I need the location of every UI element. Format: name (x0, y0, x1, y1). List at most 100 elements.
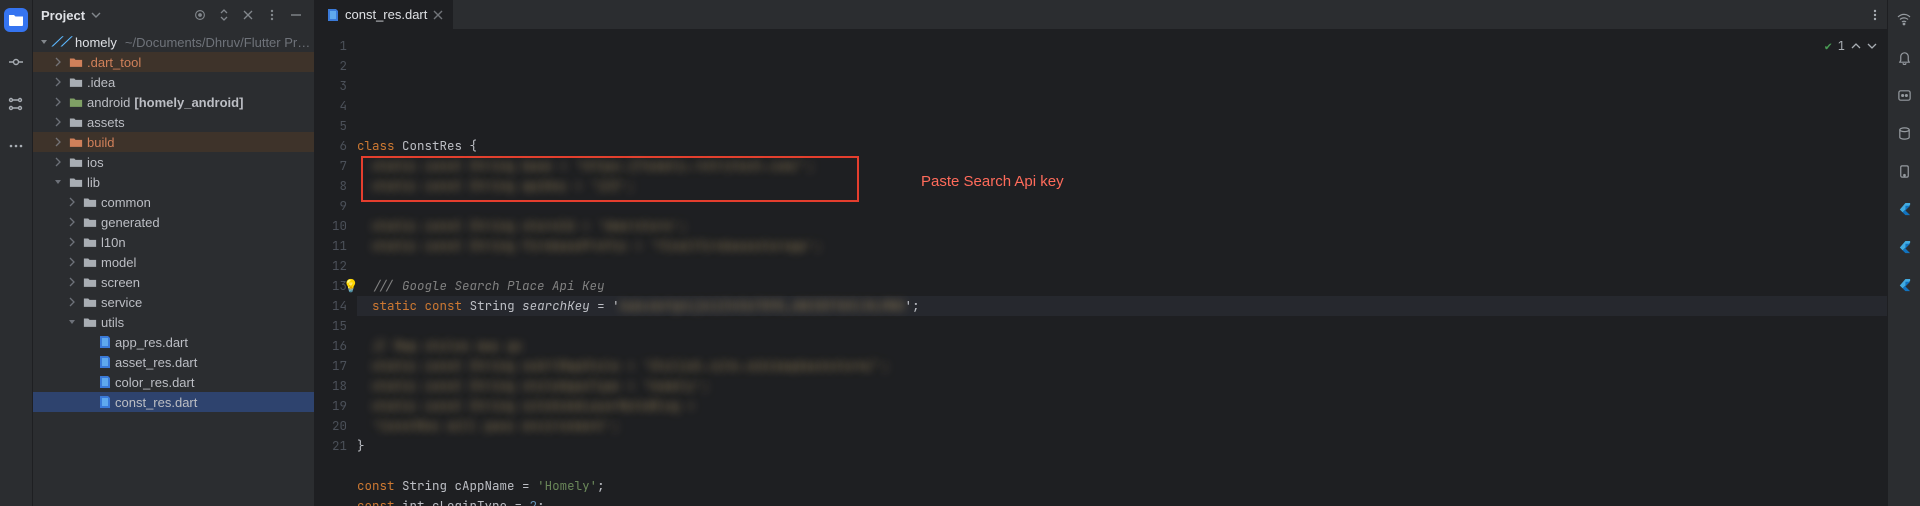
editor-body[interactable]: 123456789101112131415161718192021 ✔ 1 Pa… (315, 30, 1887, 506)
project-tree: ⟋⟋ homely ~/Documents/Dhruv/Flutter Proj… (33, 30, 314, 506)
tree-item-label: generated (101, 215, 160, 230)
line-number: 9 (315, 196, 347, 216)
folder-icon (83, 255, 97, 269)
folder-icon (83, 275, 97, 289)
editor-tabs: const_res.dart (315, 0, 1887, 30)
tree-item-common[interactable]: common (33, 192, 314, 212)
code-line: static const String firebasePrefix = 'fi… (357, 236, 1887, 256)
tree-item-lib[interactable]: lib (33, 172, 314, 192)
code-line: 💡 /// Google Search Place Api Key (357, 276, 1887, 296)
editor-area: const_res.dart 1234567891011121314151617… (315, 0, 1887, 506)
chevron-up-icon[interactable] (1851, 41, 1861, 51)
project-name: homely (75, 35, 117, 50)
chevron-icon (65, 235, 79, 249)
editor-tab-menu[interactable] (1863, 0, 1887, 29)
line-number: 5 (315, 116, 347, 136)
tree-item-utils[interactable]: utils (33, 312, 314, 332)
tree-item-ios[interactable]: ios (33, 152, 314, 172)
tree-item-color_res-dart[interactable]: color_res.dart (33, 372, 314, 392)
select-opened-file-icon[interactable] (190, 5, 210, 25)
ai-assist-icon[interactable] (1893, 84, 1915, 106)
chevron-icon (51, 115, 65, 129)
chevron-icon (51, 75, 65, 89)
chevron-down-icon[interactable] (1867, 41, 1877, 51)
folder-icon (83, 235, 97, 249)
code-line (357, 456, 1887, 476)
code-line: static const String searchKey = 'Aabcdef… (357, 296, 1887, 316)
sidebar-settings-icon[interactable] (262, 5, 282, 25)
tree-item--idea[interactable]: .idea (33, 72, 314, 92)
folder-icon (83, 315, 97, 329)
folder-conf-icon (69, 75, 83, 89)
more-tool-button[interactable] (4, 134, 28, 158)
tree-item-screen[interactable]: screen (33, 272, 314, 292)
close-icon[interactable] (433, 10, 443, 20)
chevron-icon (65, 295, 79, 309)
tree-item-label: assets (87, 115, 125, 130)
code-line: static const String styleAppsType = 'hom… (357, 376, 1887, 396)
chevron-icon (51, 95, 65, 109)
tree-item-l10n[interactable]: l10n (33, 232, 314, 252)
collapse-all-icon[interactable] (238, 5, 258, 25)
tree-item-android[interactable]: android [homely_android] (33, 92, 314, 112)
dart-icon (97, 335, 111, 349)
inspection-widget[interactable]: ✔ 1 (1825, 36, 1877, 56)
line-number: 12 (315, 256, 347, 276)
project-tool-button[interactable] (4, 8, 28, 32)
line-number: 7 (315, 156, 347, 176)
tree-item-const_res-dart[interactable]: const_res.dart (33, 392, 314, 412)
tree-item-label: screen (101, 275, 140, 290)
flutter-outline-icon[interactable] (1893, 198, 1915, 220)
expand-all-icon[interactable] (214, 5, 234, 25)
notifications-icon[interactable] (1893, 46, 1915, 68)
tree-item-service[interactable]: service (33, 292, 314, 312)
tree-item--dart_tool[interactable]: .dart_tool (33, 52, 314, 72)
code-line: static const String ssUrlMapStyle = 'Sty… (357, 356, 1887, 376)
tree-item-label: const_res.dart (115, 395, 197, 410)
tree-item-asset_res-dart[interactable]: asset_res.dart (33, 352, 314, 372)
chevron-down-icon[interactable] (91, 10, 101, 20)
sidebar-title[interactable]: Project (41, 8, 85, 23)
code-line: static const String base = 'https://home… (357, 156, 1887, 176)
folder-icon (83, 195, 97, 209)
tree-item-label: build (87, 135, 114, 150)
line-number: 2 (315, 56, 347, 76)
dart-icon (97, 395, 111, 409)
code-text[interactable]: ✔ 1 Paste Search Api key class ConstRes … (357, 30, 1887, 506)
wifi-icon[interactable] (1893, 8, 1915, 30)
code-line: const String cAppName = 'Homely'; (357, 476, 1887, 496)
code-line (357, 256, 1887, 276)
tree-item-label: l10n (101, 235, 126, 250)
tree-item-label: ios (87, 155, 104, 170)
dart-file-icon (325, 8, 339, 22)
tree-item-assets[interactable]: assets (33, 112, 314, 132)
flutter-performance-icon[interactable] (1893, 274, 1915, 296)
code-line: 'ConstRes will pass environment'; (357, 416, 1887, 436)
tree-item-label: service (101, 295, 142, 310)
tree-item-build[interactable]: build (33, 132, 314, 152)
folder-mod-icon (69, 95, 83, 109)
flutter-inspector-icon[interactable] (1893, 236, 1915, 258)
code-line: } (357, 436, 1887, 456)
tree-item-label: color_res.dart (115, 375, 194, 390)
device-manager-icon[interactable] (1893, 160, 1915, 182)
tab-const-res[interactable]: const_res.dart (315, 0, 454, 29)
tree-item-generated[interactable]: generated (33, 212, 314, 232)
tree-item-label: app_res.dart (115, 335, 188, 350)
folder-icon (83, 295, 97, 309)
lightbulb-icon[interactable]: 💡 (343, 276, 359, 296)
commit-tool-button[interactable] (4, 50, 28, 74)
structure-tool-button[interactable] (4, 92, 28, 116)
line-number: 11 (315, 236, 347, 256)
line-number: 3 (315, 76, 347, 96)
tree-item-model[interactable]: model (33, 252, 314, 272)
tree-item-app_res-dart[interactable]: app_res.dart (33, 332, 314, 352)
dart-icon (97, 355, 111, 369)
hide-sidebar-icon[interactable] (286, 5, 306, 25)
line-number: 21 (315, 436, 347, 456)
project-root[interactable]: ⟋⟋ homely ~/Documents/Dhruv/Flutter Proj… (33, 32, 314, 52)
chevron-down-icon (37, 35, 51, 49)
database-icon[interactable] (1893, 122, 1915, 144)
project-sidebar: Project ⟋⟋ homely ~/Documents/Dhruv/Flut… (33, 0, 315, 506)
tree-item-label: model (101, 255, 136, 270)
